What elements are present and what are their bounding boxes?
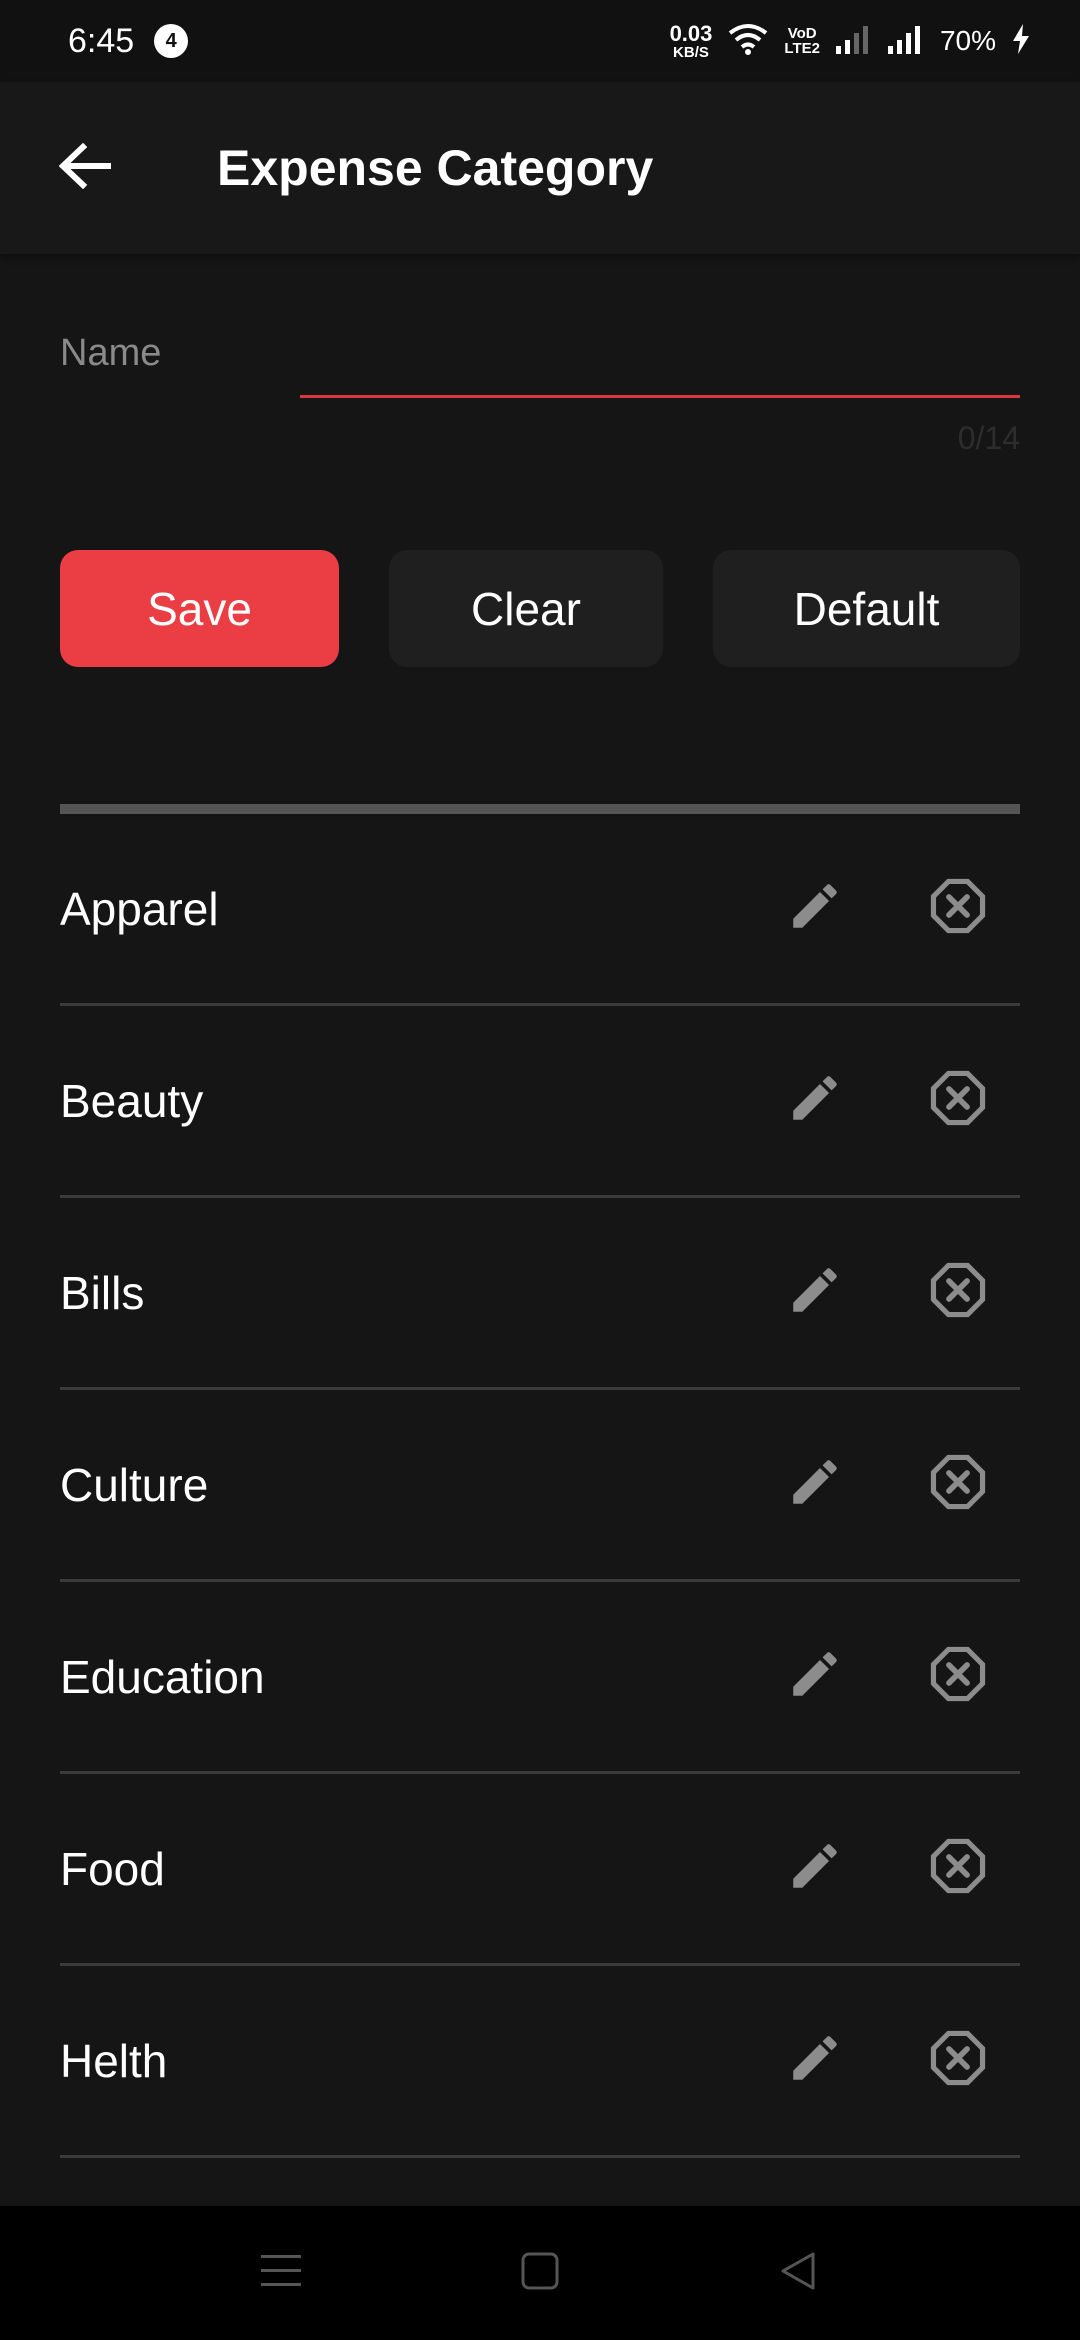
delete-button[interactable] <box>913 1056 1003 1146</box>
category-name: Helth <box>60 2034 168 2087</box>
list-item: Education <box>60 1582 1020 1774</box>
status-bar: 6:45 4 0.03 KB/S VoD LTE2 70% <box>0 0 1080 82</box>
pencil-icon <box>786 877 844 940</box>
list-item: Food <box>60 1774 1020 1966</box>
edit-button[interactable] <box>770 1632 860 1722</box>
save-button[interactable]: Save <box>60 550 339 667</box>
pencil-icon <box>786 2029 844 2092</box>
delete-button[interactable] <box>913 1632 1003 1722</box>
edit-button[interactable] <box>770 864 860 954</box>
app-bar: Expense Category <box>0 82 1080 254</box>
signal-icon <box>887 24 924 59</box>
back-nav-button[interactable] <box>758 2233 838 2313</box>
volte-indicator: VoD LTE2 <box>784 26 820 56</box>
edit-button[interactable] <box>770 1248 860 1338</box>
delete-button[interactable] <box>913 1440 1003 1530</box>
list-item: Helth <box>60 1966 1020 2158</box>
status-left: 6:45 4 <box>68 21 189 61</box>
list-item: Beauty <box>60 1006 1020 1198</box>
page-title: Expense Category <box>217 140 654 196</box>
category-name: Bills <box>60 1266 145 1319</box>
edit-button[interactable] <box>770 1056 860 1146</box>
clear-button[interactable]: Clear <box>389 550 663 667</box>
close-octagon-icon <box>927 875 989 942</box>
pencil-icon <box>786 1453 844 1516</box>
category-name: Apparel <box>60 882 219 935</box>
category-list: Apparel Beauty Bills Culture Education F… <box>60 814 1020 2158</box>
status-time: 6:45 <box>68 21 135 60</box>
category-name: Beauty <box>60 1074 204 1127</box>
signal-icon <box>835 24 872 59</box>
network-speed: 0.03 KB/S <box>669 20 713 61</box>
network-speed-value: 0.03 <box>669 20 713 46</box>
list-divider <box>60 804 1020 814</box>
recents-button[interactable] <box>241 2233 321 2313</box>
list-item: Culture <box>60 1390 1020 1582</box>
category-name: Education <box>60 1650 265 1703</box>
category-name: Culture <box>60 1458 209 1511</box>
wifi-icon <box>728 23 768 60</box>
close-octagon-icon <box>927 1259 989 1326</box>
system-nav-bar <box>0 2206 1080 2340</box>
notification-count-badge: 4 <box>154 24 189 58</box>
list-item: Bills <box>60 1198 1020 1390</box>
volte-bottom-label: LTE2 <box>784 40 820 57</box>
pencil-icon <box>786 1069 844 1132</box>
pencil-icon <box>786 1837 844 1900</box>
menu-icon <box>261 2253 301 2294</box>
close-octagon-icon <box>927 1451 989 1518</box>
char-counter: 0/14 <box>957 420 1020 456</box>
pencil-icon <box>786 1261 844 1324</box>
arrow-left-icon <box>58 142 112 194</box>
status-right: 0.03 KB/S VoD LTE2 70% <box>669 20 1030 61</box>
pencil-icon <box>786 1645 844 1708</box>
edit-button[interactable] <box>770 1440 860 1530</box>
close-octagon-icon <box>927 1067 989 1134</box>
category-name: Food <box>60 1842 165 1895</box>
delete-button[interactable] <box>913 2016 1003 2106</box>
battery-percentage: 70% <box>939 25 996 56</box>
charging-icon <box>1012 23 1030 59</box>
default-button[interactable]: Default <box>713 550 1020 667</box>
name-input[interactable] <box>300 300 1020 398</box>
volte-top-label: VoD <box>787 25 817 42</box>
home-button[interactable] <box>500 2233 580 2313</box>
edit-button[interactable] <box>770 1824 860 1914</box>
edit-button[interactable] <box>770 2016 860 2106</box>
network-speed-unit: KB/S <box>673 43 709 61</box>
close-octagon-icon <box>927 1643 989 1710</box>
name-label: Name <box>60 332 162 374</box>
home-square-icon <box>521 2252 559 2295</box>
back-triangle-icon <box>779 2251 817 2296</box>
action-buttons: Save Clear Default <box>60 550 1020 667</box>
back-button[interactable] <box>50 133 120 203</box>
delete-button[interactable] <box>913 864 1003 954</box>
list-item: Apparel <box>60 814 1020 1006</box>
close-octagon-icon <box>927 1835 989 1902</box>
delete-button[interactable] <box>913 1248 1003 1338</box>
close-octagon-icon <box>927 2027 989 2094</box>
delete-button[interactable] <box>913 1824 1003 1914</box>
